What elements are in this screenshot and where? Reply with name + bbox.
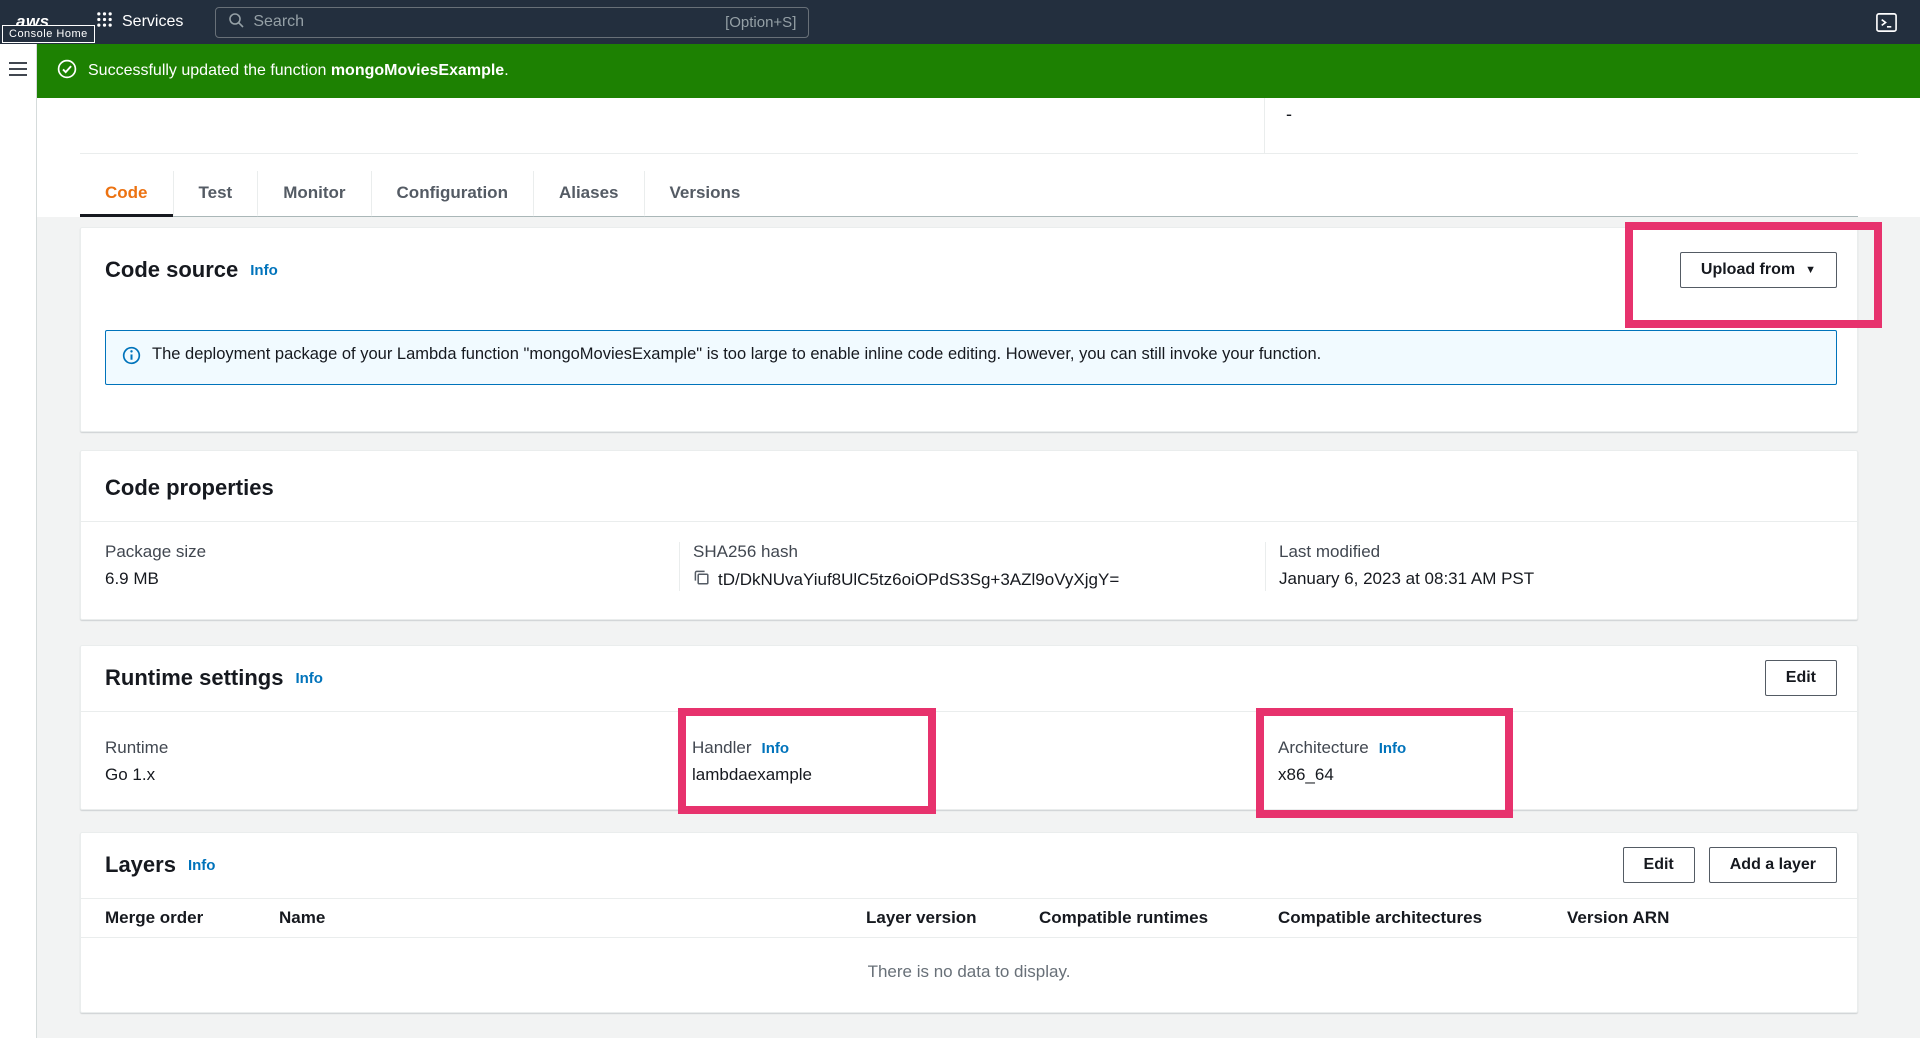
overview-column-divider xyxy=(1264,98,1265,153)
tab-configuration[interactable]: Configuration xyxy=(371,171,533,217)
services-label: Services xyxy=(122,13,183,31)
search-icon xyxy=(228,12,244,33)
overview-placeholder-value: - xyxy=(1286,104,1292,125)
handler-info-link[interactable]: Info xyxy=(762,740,790,757)
last-modified-field: Last modified January 6, 2023 at 08:31 A… xyxy=(1265,542,1857,591)
column-version-arn: Version ARN xyxy=(1567,908,1857,928)
package-size-field: Package size 6.9 MB xyxy=(81,542,679,591)
layers-empty-state: There is no data to display. xyxy=(81,938,1857,1012)
alert-text: The deployment package of your Lambda fu… xyxy=(152,345,1321,364)
sha256-field: SHA256 hash tD/DkNUvaYiuf8UlC5tz6oiOPdS3… xyxy=(679,542,1265,591)
function-overview-partial: - xyxy=(37,98,1920,153)
copy-icon[interactable] xyxy=(693,569,710,591)
runtime-settings-title: Runtime settings xyxy=(105,665,283,691)
deployment-package-alert: The deployment package of your Lambda fu… xyxy=(105,330,1837,385)
architecture-label: Architecture xyxy=(1278,738,1369,758)
function-overview-band: - Code Test Monitor Configuration Aliase… xyxy=(37,98,1920,217)
tab-monitor[interactable]: Monitor xyxy=(257,171,370,217)
add-layer-button[interactable]: Add a layer xyxy=(1709,847,1837,883)
tab-test[interactable]: Test xyxy=(173,171,258,217)
banner-message-prefix: Successfully updated the function xyxy=(88,62,331,79)
cloudshell-icon[interactable] xyxy=(1875,11,1898,34)
search-input[interactable]: Search [Option+S] xyxy=(215,7,809,38)
tab-bar: Code Test Monitor Configuration Aliases … xyxy=(80,154,1858,217)
runtime-settings-info-link[interactable]: Info xyxy=(295,670,323,687)
package-size-label: Package size xyxy=(105,542,679,562)
code-source-info-link[interactable]: Info xyxy=(250,262,278,279)
handler-label: Handler xyxy=(692,738,752,758)
tab-aliases[interactable]: Aliases xyxy=(533,171,644,217)
layers-card: Layers Info Edit Add a layer Merge order… xyxy=(80,832,1858,1013)
handler-field: Handler Info lambdaexample xyxy=(679,738,1265,785)
tab-code[interactable]: Code xyxy=(80,171,173,217)
aws-logo[interactable]: aws Console Home xyxy=(16,12,60,32)
column-compatible-runtimes: Compatible runtimes xyxy=(1039,908,1278,928)
runtime-settings-card: Runtime settings Info Edit Runtime Go 1.… xyxy=(80,645,1858,810)
runtime-field: Runtime Go 1.x xyxy=(81,738,679,785)
banner-message: Successfully updated the function mongoM… xyxy=(88,62,509,80)
code-properties-card: Code properties Package size 6.9 MB SHA2… xyxy=(80,450,1858,620)
layers-edit-button[interactable]: Edit xyxy=(1623,847,1695,883)
sha256-label: SHA256 hash xyxy=(693,542,1265,562)
layers-info-link[interactable]: Info xyxy=(188,857,216,874)
apps-grid-icon xyxy=(96,11,113,33)
info-circle-icon xyxy=(122,345,141,370)
column-name: Name xyxy=(279,908,866,928)
runtime-edit-button[interactable]: Edit xyxy=(1765,660,1837,696)
architecture-field: Architecture Info x86_64 xyxy=(1265,738,1857,785)
top-navigation-bar: aws Console Home Services Search [Option… xyxy=(0,0,1920,44)
success-banner: Successfully updated the function mongoM… xyxy=(37,44,1920,98)
main-content: - Code Test Monitor Configuration Aliase… xyxy=(37,98,1920,1038)
layers-title: Layers xyxy=(105,852,176,878)
left-navigation-rail xyxy=(0,44,37,1038)
console-home-tooltip: Console Home xyxy=(2,25,95,43)
code-source-title: Code source xyxy=(105,257,238,283)
search-shortcut-hint: [Option+S] xyxy=(725,14,796,31)
layers-table-header: Merge order Name Layer version Compatibl… xyxy=(81,898,1857,938)
architecture-value: x86_64 xyxy=(1278,765,1857,785)
column-merge-order: Merge order xyxy=(105,908,279,928)
code-properties-title: Code properties xyxy=(105,475,1833,501)
runtime-value: Go 1.x xyxy=(105,765,679,785)
package-size-value: 6.9 MB xyxy=(105,569,679,589)
column-layer-version: Layer version xyxy=(866,908,1039,928)
sha256-value: tD/DkNUvaYiuf8UlC5tz6oiOPdS3Sg+3AZl9oVyX… xyxy=(718,570,1119,590)
services-menu-button[interactable]: Services xyxy=(90,10,189,34)
chevron-down-icon: ▼ xyxy=(1805,265,1816,276)
runtime-label: Runtime xyxy=(105,738,679,758)
last-modified-label: Last modified xyxy=(1279,542,1857,562)
tab-versions[interactable]: Versions xyxy=(644,171,766,217)
banner-function-name: mongoMoviesExample xyxy=(331,62,504,79)
handler-value: lambdaexample xyxy=(692,765,1265,785)
column-compatible-architectures: Compatible architectures xyxy=(1278,908,1567,928)
upload-from-label: Upload from xyxy=(1701,261,1795,279)
search-placeholder: Search xyxy=(253,13,304,31)
upload-from-button[interactable]: Upload from ▼ xyxy=(1680,252,1837,288)
code-source-card: Code source Info Upload from ▼ The deplo… xyxy=(80,227,1858,432)
success-check-icon xyxy=(57,59,77,84)
last-modified-value: January 6, 2023 at 08:31 AM PST xyxy=(1279,569,1857,589)
menu-toggle-button[interactable] xyxy=(6,59,30,82)
banner-message-suffix: . xyxy=(504,62,508,79)
architecture-info-link[interactable]: Info xyxy=(1379,740,1407,757)
